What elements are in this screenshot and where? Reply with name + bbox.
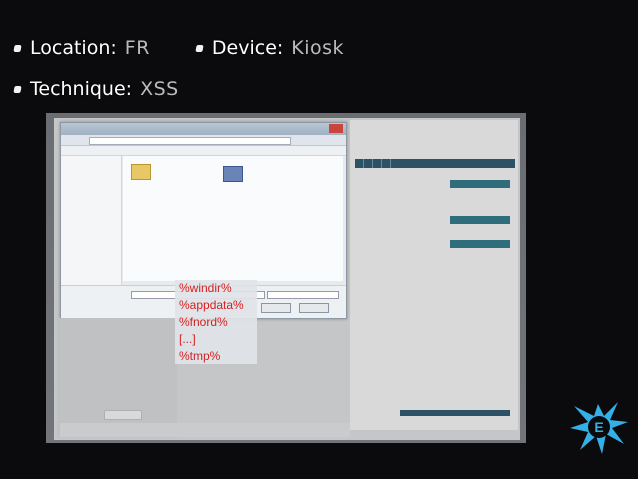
kiosk-screen-photo bbox=[46, 113, 526, 443]
technique-value: XSS bbox=[140, 78, 179, 100]
close-icon[interactable] bbox=[329, 124, 343, 133]
env-variable-item: %windir% bbox=[179, 281, 232, 295]
device-group: Device: Kiosk bbox=[195, 37, 345, 59]
footer-bar bbox=[400, 410, 510, 416]
search-box bbox=[450, 216, 510, 224]
bullet-row-technique: Technique: XSS bbox=[13, 75, 179, 103]
env-variable-item: [...] bbox=[179, 332, 196, 346]
env-variable-item: %tmp% bbox=[179, 349, 221, 363]
cancel-button[interactable] bbox=[299, 303, 329, 313]
filetype-select[interactable] bbox=[267, 291, 339, 299]
account-box bbox=[450, 180, 510, 188]
nav-item bbox=[355, 159, 364, 168]
web-nav-bar bbox=[355, 159, 515, 168]
small-button bbox=[104, 410, 142, 420]
save-button[interactable] bbox=[261, 303, 291, 313]
technique-label: Technique: bbox=[30, 78, 133, 100]
network-folder-icon[interactable] bbox=[223, 166, 243, 182]
device-value: Kiosk bbox=[291, 37, 345, 59]
monitor-screen bbox=[54, 118, 520, 440]
env-variable-item: %fnord% bbox=[179, 315, 228, 329]
genre-box bbox=[450, 240, 510, 248]
blurred-area bbox=[57, 318, 177, 438]
dialog-titlebar bbox=[61, 123, 346, 135]
nav-item bbox=[364, 159, 373, 168]
conference-logo-icon: E bbox=[570, 402, 628, 454]
nav-item bbox=[382, 159, 391, 168]
file-list-pane bbox=[123, 156, 343, 281]
bullet-icon bbox=[13, 44, 22, 52]
location-label: Location: bbox=[30, 37, 117, 59]
location-value: FR bbox=[124, 37, 150, 59]
bullet-row-location-device: Location: FR Device: Kiosk bbox=[13, 34, 345, 62]
env-variable-list: %windir% %appdata% %fnord% [...] %tmp% bbox=[175, 280, 257, 364]
logo-letter: E bbox=[594, 419, 603, 435]
bullet-icon bbox=[13, 85, 22, 93]
taskbar bbox=[60, 423, 350, 437]
device-label: Device: bbox=[211, 37, 284, 59]
env-variable-item: %appdata% bbox=[179, 298, 244, 312]
nav-item bbox=[373, 159, 382, 168]
address-bar bbox=[61, 135, 346, 146]
address-input[interactable] bbox=[89, 137, 291, 145]
folder-icon[interactable] bbox=[131, 164, 151, 180]
bullet-icon bbox=[195, 44, 204, 52]
dialog-toolbar bbox=[61, 146, 346, 156]
library-webpage bbox=[350, 120, 518, 430]
navigation-pane bbox=[61, 156, 122, 286]
